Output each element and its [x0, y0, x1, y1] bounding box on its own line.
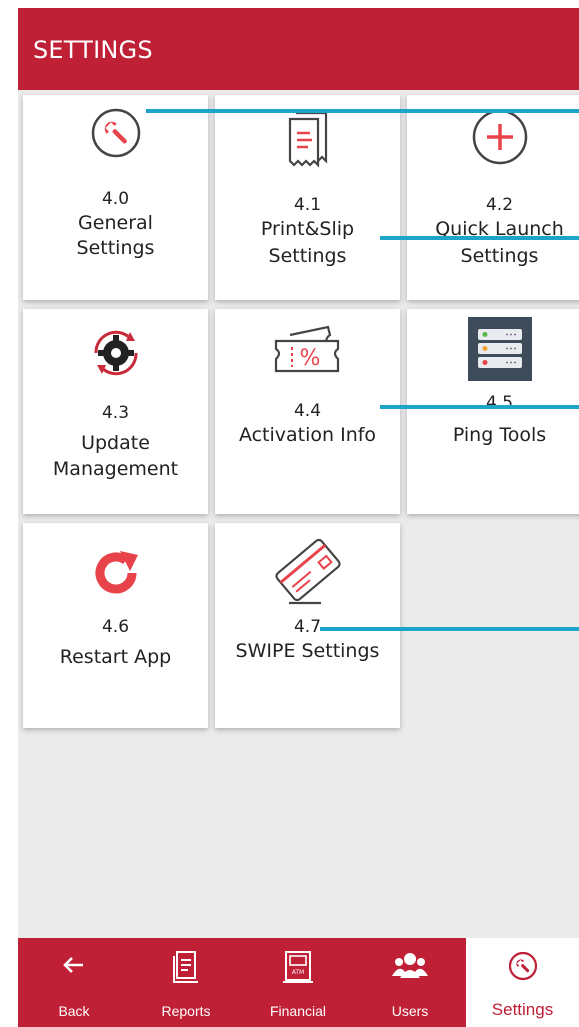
discount-ticket-icon: %: [215, 323, 400, 379]
page-title: SETTINGS: [33, 36, 153, 64]
callout-line: [146, 109, 579, 113]
tab-label: Users: [391, 1003, 429, 1019]
svg-text:%: %: [299, 346, 320, 371]
tile-label: Restart App: [59, 646, 172, 668]
tile-label: General: [78, 212, 153, 234]
tile-quick-launch-settings[interactable]: 4.2 Quick Launch Settings: [407, 95, 579, 300]
tile-number: 4.6: [101, 617, 130, 637]
svg-text:ATM: ATM: [292, 969, 304, 976]
tile-label: Activation Info: [238, 424, 377, 446]
tile-ping-tools[interactable]: 4.5 Ping Tools: [407, 309, 579, 514]
bottom-tab-bar: Back Reports ATM Financial Users Setting…: [18, 938, 579, 1027]
tile-restart-app[interactable]: 4.6 Restart App: [23, 523, 208, 728]
header-bar: SETTINGS: [18, 8, 579, 90]
arrow-left-icon: [18, 950, 130, 980]
plus-circle-icon: [407, 107, 579, 167]
atm-icon: ATM: [242, 950, 354, 984]
tab-reports[interactable]: Reports: [130, 938, 242, 1027]
tile-label: Settings: [268, 245, 347, 267]
gear-refresh-icon: [23, 323, 208, 383]
tile-label: Print&Slip: [260, 218, 355, 240]
tile-update-management[interactable]: 4.3 Update Management: [23, 309, 208, 514]
callout-line: [380, 405, 579, 409]
users-icon: [354, 950, 466, 982]
tile-number: 4.2: [485, 195, 514, 215]
tile-number: 4.0: [101, 189, 130, 209]
callout-line: [320, 627, 579, 631]
tab-settings[interactable]: Settings: [466, 938, 579, 1027]
tab-label: Financial: [269, 1003, 327, 1019]
report-icon: [130, 950, 242, 984]
tile-number: 4.5: [485, 393, 514, 413]
tile-general-settings[interactable]: 4.0 General Settings: [23, 95, 208, 300]
tab-users[interactable]: Users: [354, 938, 466, 1027]
tile-label: Update: [81, 432, 150, 454]
tab-label: Settings: [491, 1000, 554, 1019]
tile-activation-info[interactable]: % 4.4 Activation Info: [215, 309, 400, 514]
tile-label: SWIPE Settings: [235, 640, 380, 662]
tile-print-slip-settings[interactable]: 4.1 Print&Slip Settings: [215, 95, 400, 300]
callout-line: [380, 236, 579, 240]
tile-label: Settings: [76, 237, 155, 259]
restart-icon: [23, 549, 208, 597]
card-swipe-icon: [215, 531, 400, 609]
tile-label: Ping Tools: [452, 424, 547, 446]
tile-label: Management: [52, 458, 179, 480]
tab-label: Back: [58, 1003, 90, 1019]
settings-screen: SETTINGS 4.0 General Settings 4.1 Print&…: [18, 8, 579, 1027]
tab-back[interactable]: Back: [18, 938, 130, 1027]
tile-swipe-settings[interactable]: 4.7 SWIPE Settings: [215, 523, 400, 728]
tab-label: Reports: [161, 1003, 211, 1019]
tile-label: Settings: [460, 245, 539, 267]
receipt-icon: [215, 107, 400, 169]
wrench-icon: [23, 107, 208, 159]
tile-number: 4.3: [101, 403, 130, 423]
wrench-icon: [466, 950, 579, 982]
tile-number: 4.4: [293, 401, 322, 421]
settings-grid: 4.0 General Settings 4.1 Print&Slip Sett…: [18, 90, 579, 750]
tab-financial[interactable]: ATM Financial: [242, 938, 354, 1027]
server-icon: [407, 317, 579, 381]
tile-number: 4.1: [293, 195, 322, 215]
